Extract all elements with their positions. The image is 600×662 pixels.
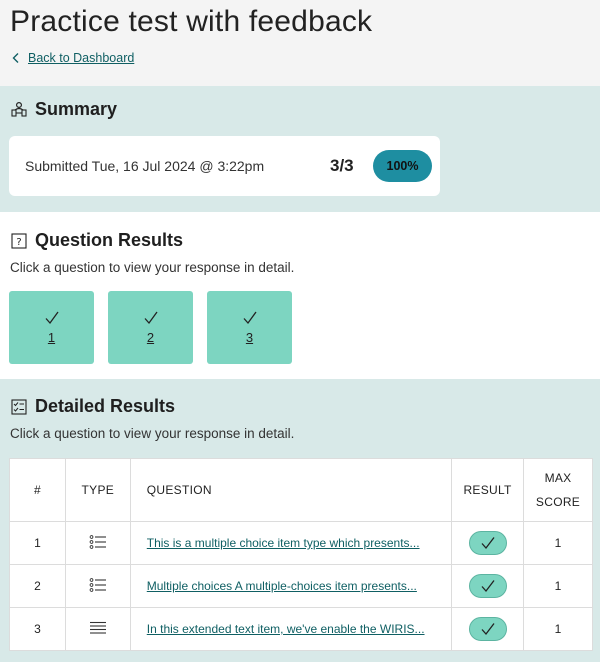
table-row[interactable]: 2 Multiple choices A multiple-choices it… [9, 564, 593, 608]
row-type [64, 607, 131, 651]
row-question: Multiple choices A multiple-choices item… [129, 564, 453, 608]
back-to-dashboard-link[interactable]: Back to Dashboard [10, 51, 590, 65]
result-correct-badge [468, 574, 507, 598]
chevron-left-icon [12, 53, 19, 63]
question-tiles: 1 2 3 [9, 291, 306, 364]
list-icon [89, 577, 106, 592]
text-lines-icon [89, 621, 106, 634]
row-max-score: 1 [523, 521, 593, 565]
row-type [64, 564, 131, 608]
result-correct-badge [468, 617, 507, 641]
row-number: 1 [9, 521, 66, 565]
question-link[interactable]: Multiple choices A multiple-choices item… [147, 579, 417, 593]
summary-heading: Summary [35, 99, 118, 119]
row-question: This is a multiple choice item type whic… [129, 521, 453, 565]
checkmark-icon [481, 623, 495, 636]
table-header-row: # TYPE QUESTION RESULT MAX SCORE [9, 458, 593, 522]
svg-text:?: ? [16, 237, 21, 248]
question-link[interactable]: In this extended text item, we've enable… [147, 622, 425, 636]
question-tile-3[interactable]: 3 [207, 291, 292, 364]
checkmark-icon [144, 311, 158, 325]
question-tile-2[interactable]: 2 [108, 291, 193, 364]
col-result: RESULT [451, 458, 525, 522]
checkmark-icon [481, 580, 495, 593]
results-table: # TYPE QUESTION RESULT MAX SCORE 1 This … [9, 458, 593, 651]
row-type [64, 521, 131, 565]
page-header: Practice test with feedback Back to Dash… [0, 0, 600, 86]
detailed-results-hint: Click a question to view your response i… [10, 426, 295, 441]
col-max-score: MAX SCORE [523, 458, 593, 522]
col-number: # [9, 458, 66, 522]
row-result [451, 521, 525, 565]
row-max-score: 1 [523, 607, 593, 651]
table-row[interactable]: 1 This is a multiple choice item type wh… [9, 521, 593, 565]
question-tile-number: 3 [245, 330, 254, 345]
detailed-results-section: Detailed Results Click a question to vie… [0, 379, 600, 662]
page-title: Practice test with feedback [10, 5, 373, 38]
checkmark-icon [243, 311, 257, 325]
result-correct-badge [468, 531, 507, 555]
checkmark-icon [481, 537, 495, 550]
question-mark-icon: ? [10, 232, 28, 250]
question-tile-number: 1 [47, 330, 56, 345]
col-type: TYPE [64, 458, 131, 522]
checklist-icon [10, 398, 28, 416]
row-max-score: 1 [523, 564, 593, 608]
question-results-heading: Question Results [35, 230, 184, 250]
question-tile-number: 2 [146, 330, 155, 345]
row-result [451, 564, 525, 608]
row-result [451, 607, 525, 651]
col-max-line1: MAX [544, 471, 572, 485]
score-value: 3/3 [330, 156, 354, 175]
question-results-section: ? Question Results Click a question to v… [0, 212, 600, 379]
col-max-line2: SCORE [535, 495, 581, 509]
percent-badge: 100% [373, 150, 432, 182]
submitted-timestamp: Submitted Tue, 16 Jul 2024 @ 3:22pm [25, 158, 265, 174]
checkmark-icon [45, 311, 59, 325]
col-question: QUESTION [129, 458, 453, 522]
row-number: 3 [9, 607, 66, 651]
row-number: 2 [9, 564, 66, 608]
question-tile-1[interactable]: 1 [9, 291, 94, 364]
table-row[interactable]: 3 In this extended text item, we've enab… [9, 607, 593, 651]
summary-section: Summary Submitted Tue, 16 Jul 2024 @ 3:2… [0, 86, 600, 212]
question-link[interactable]: This is a multiple choice item type whic… [147, 536, 420, 550]
row-question: In this extended text item, we've enable… [129, 607, 453, 651]
list-icon [89, 534, 106, 549]
back-link-label: Back to Dashboard [28, 51, 135, 65]
detailed-results-heading: Detailed Results [35, 396, 176, 416]
summary-icon [10, 101, 28, 119]
question-results-hint: Click a question to view your response i… [10, 260, 295, 275]
summary-card: Submitted Tue, 16 Jul 2024 @ 3:22pm 3/3 … [9, 136, 440, 196]
